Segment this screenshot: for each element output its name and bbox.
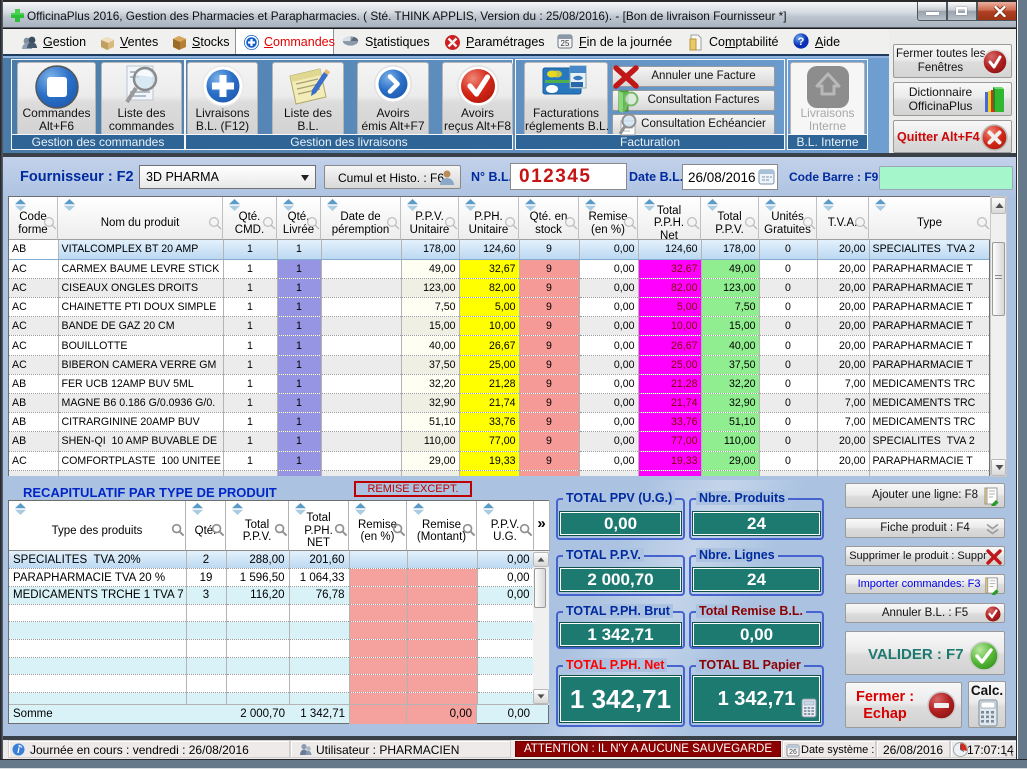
svg-text:?: ? bbox=[798, 36, 805, 48]
svg-text:26: 26 bbox=[789, 749, 797, 756]
svg-text:25: 25 bbox=[561, 39, 570, 48]
